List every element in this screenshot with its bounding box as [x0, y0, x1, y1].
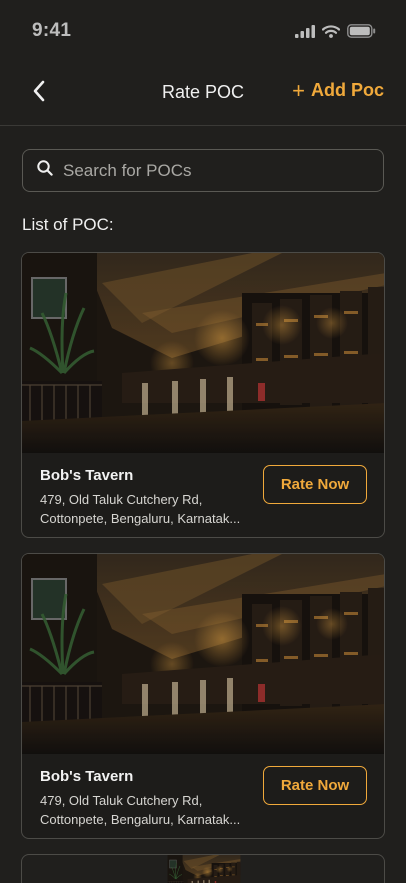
poc-address: 479, Old Taluk Cutchery Rd, Cottonpete, …: [40, 490, 255, 528]
status-bar: 9:41: [0, 0, 406, 60]
search-box[interactable]: [22, 149, 384, 192]
battery-icon: [347, 24, 376, 43]
wifi-icon: [321, 24, 341, 43]
poc-card-partial: [21, 854, 385, 883]
poc-name: Bob's Tavern: [40, 768, 134, 785]
list-heading: List of POC:: [22, 215, 114, 234]
poc-image: [22, 554, 385, 754]
poc-image: [22, 855, 385, 883]
poc-card: Bob's Tavern 479, Old Taluk Cutchery Rd,…: [21, 252, 385, 538]
poc-card: Bob's Tavern 479, Old Taluk Cutchery Rd,…: [21, 553, 385, 839]
search-icon: [37, 160, 53, 181]
cellular-signal-icon: [295, 24, 315, 43]
poc-address-line2: Cottonpete, Bengaluru, Karnatak...: [40, 511, 241, 526]
add-poc-label: Add Poc: [310, 80, 384, 100]
poc-address: 479, Old Taluk Cutchery Rd, Cottonpete, …: [40, 791, 255, 829]
poc-address-line1: 479, Old Taluk Cutchery Rd,: [40, 492, 203, 507]
status-time: 9:41: [32, 20, 72, 41]
search-input[interactable]: [63, 160, 383, 181]
poc-address-line2: Cottonpete, Bengaluru, Karnatak...: [40, 812, 241, 827]
poc-image: [22, 253, 385, 453]
nav-bar: Rate POC + Add Poc: [0, 60, 406, 126]
poc-address-line1: 479, Old Taluk Cutchery Rd,: [40, 793, 203, 808]
rate-now-button[interactable]: Rate Now: [263, 766, 367, 805]
plus-icon: +: [292, 77, 305, 103]
add-poc-button[interactable]: + Add Poc: [292, 77, 384, 103]
status-icons: [295, 24, 376, 43]
rate-now-button[interactable]: Rate Now: [263, 465, 367, 504]
poc-name: Bob's Tavern: [40, 467, 134, 484]
